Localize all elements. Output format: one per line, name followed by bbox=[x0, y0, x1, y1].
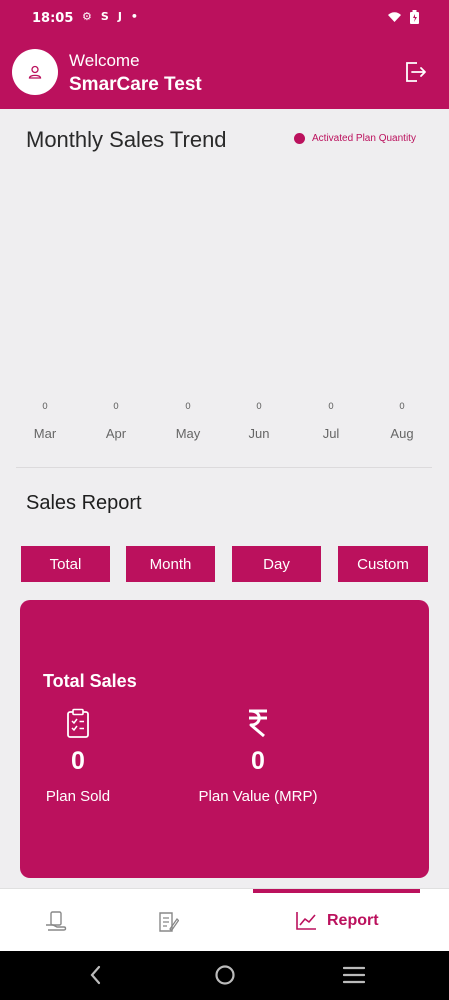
chart-legend: Activated Plan Quantity bbox=[294, 133, 416, 144]
x-tick-label: Jul bbox=[322, 426, 340, 441]
rupee-icon bbox=[249, 709, 267, 738]
x-tick-label: May bbox=[175, 426, 201, 441]
dot-icon: • bbox=[130, 10, 138, 23]
clipboard-check-icon bbox=[67, 708, 89, 738]
chart-line-icon bbox=[296, 912, 316, 930]
username: SmarCare Test bbox=[69, 74, 202, 95]
avatar[interactable] bbox=[12, 49, 58, 95]
tab-total[interactable]: Total bbox=[21, 546, 110, 582]
app-header: Welcome SmarCare Test bbox=[0, 38, 449, 109]
nav-label-report: Report bbox=[327, 911, 379, 929]
nav-item-records[interactable] bbox=[157, 911, 179, 933]
s-icon: S bbox=[100, 10, 109, 23]
welcome-text: Welcome bbox=[69, 51, 140, 70]
battery-icon bbox=[410, 10, 419, 24]
j-icon: J bbox=[117, 10, 122, 23]
menu-icon[interactable] bbox=[343, 963, 365, 987]
card-title: Total Sales bbox=[43, 671, 137, 691]
plan-value-label: Plan Value (MRP) bbox=[198, 788, 318, 805]
plan-value-value: 0 bbox=[251, 747, 265, 775]
nav-item-report[interactable]: Report bbox=[296, 911, 379, 930]
data-label: 0 bbox=[328, 402, 334, 412]
chart-title: Monthly Sales Trend bbox=[26, 127, 227, 152]
x-tick-label: Jun bbox=[248, 426, 270, 441]
hand-device-icon bbox=[46, 911, 67, 931]
data-label: 0 bbox=[256, 402, 262, 412]
status-icons: ⚙ S J • bbox=[82, 10, 138, 23]
x-tick-label: Mar bbox=[33, 426, 57, 441]
chart-area: 0 Mar 0 Apr 0 May 0 Jun 0 Jul 0 Aug bbox=[0, 390, 449, 450]
home-icon[interactable] bbox=[214, 963, 236, 987]
tab-day[interactable]: Day bbox=[232, 546, 321, 582]
logout-icon[interactable] bbox=[403, 60, 427, 84]
wifi-icon bbox=[388, 12, 401, 22]
plan-sold-label: Plan Sold bbox=[45, 788, 111, 805]
status-bar: 18:05 ⚙ S J • bbox=[0, 0, 449, 38]
status-time: 18:05 bbox=[32, 11, 74, 26]
status-right bbox=[387, 10, 419, 24]
data-label: 0 bbox=[113, 402, 119, 412]
tab-month[interactable]: Month bbox=[126, 546, 215, 582]
legend-label: Activated Plan Quantity bbox=[312, 133, 416, 144]
data-label: 0 bbox=[399, 402, 405, 412]
data-label: 0 bbox=[42, 402, 48, 412]
tab-custom[interactable]: Custom bbox=[338, 546, 428, 582]
plan-sold-stat: 0 Plan Sold bbox=[40, 708, 116, 805]
nav-item-sell[interactable] bbox=[44, 911, 68, 933]
document-edit-icon bbox=[159, 912, 179, 932]
data-label: 0 bbox=[185, 402, 191, 412]
user-icon bbox=[28, 65, 42, 79]
sales-report-title: Sales Report bbox=[26, 492, 142, 514]
back-icon[interactable] bbox=[88, 963, 102, 987]
x-tick-label: Aug bbox=[390, 426, 414, 441]
divider bbox=[16, 467, 432, 468]
plan-sold-value: 0 bbox=[71, 747, 85, 775]
x-tick-label: Apr bbox=[105, 426, 127, 441]
plan-value-stat: 0 Plan Value (MRP) bbox=[188, 708, 328, 805]
total-sales-card: Total Sales 0 Plan Sold 0 Plan Value (MR… bbox=[20, 600, 429, 878]
bottom-nav: Report bbox=[0, 888, 449, 951]
gear-icon: ⚙ bbox=[82, 10, 92, 23]
nav-active-indicator bbox=[253, 889, 420, 893]
legend-dot bbox=[294, 133, 305, 144]
system-nav-bar bbox=[0, 951, 449, 1000]
